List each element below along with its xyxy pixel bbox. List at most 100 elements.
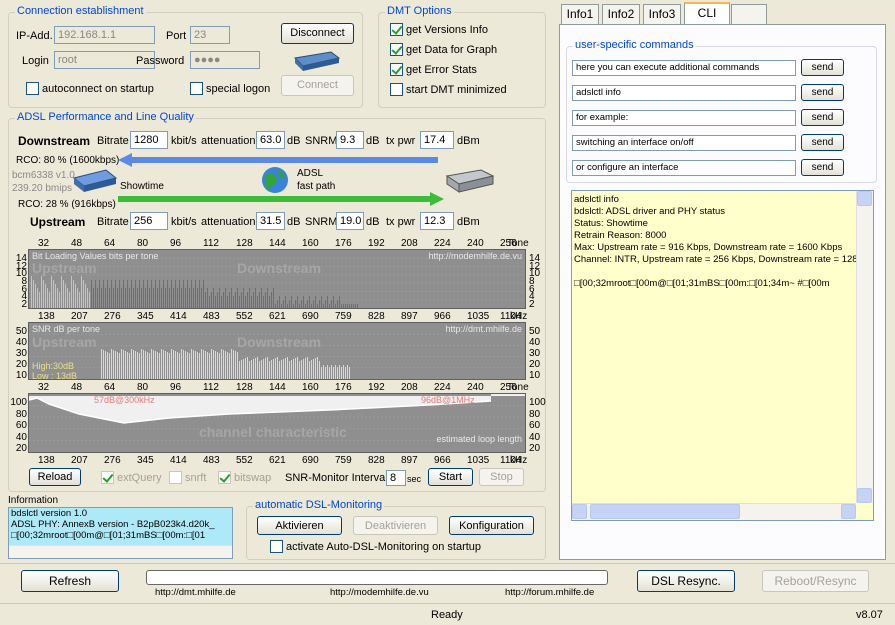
- port-field[interactable]: 23: [190, 26, 230, 44]
- send-button-2[interactable]: send: [801, 84, 844, 101]
- send-button-1[interactable]: send: [801, 59, 844, 76]
- ds-snrm-field[interactable]: 9.3: [336, 131, 364, 149]
- activate-button[interactable]: Aktivieren: [257, 516, 342, 535]
- tab-strip-spacer: [731, 4, 767, 24]
- cli-scroll-left-icon[interactable]: [572, 504, 587, 519]
- tone-tick: 80: [137, 238, 149, 249]
- dsl-resync-button[interactable]: DSL Resync.: [637, 570, 735, 592]
- bitswap-checkbox[interactable]: bitswap: [218, 471, 271, 484]
- bits-upstream-watermark: Upstream: [32, 260, 97, 276]
- channel-characteristic-graph: 57dB@300kHz 96dB@1MHz channel characteri…: [28, 393, 526, 453]
- bitswap-label: bitswap: [234, 471, 272, 484]
- cli-v-scrollbar[interactable]: [856, 191, 873, 503]
- minimized-checkbox[interactable]: start DMT minimized: [390, 83, 507, 96]
- khz-tick: 345: [137, 455, 154, 466]
- khz-tick: 552: [236, 311, 253, 322]
- configuration-button[interactable]: Konfiguration: [449, 516, 534, 535]
- sec-label: sec: [407, 474, 422, 484]
- ds-txpwr-label: tx pwr: [386, 135, 416, 147]
- tab-info1[interactable]: Info1: [561, 4, 599, 24]
- stop-button[interactable]: Stop: [479, 468, 524, 486]
- password-field[interactable]: ●●●●: [190, 51, 260, 69]
- versions-label: get Versions Info: [406, 23, 488, 36]
- versions-checkbox[interactable]: get Versions Info: [390, 23, 488, 36]
- graph-data-checkbox[interactable]: get Data for Graph: [390, 43, 497, 56]
- ds-txpwr-field[interactable]: 17.4: [420, 131, 454, 149]
- us-bitrate-unit: kbit/s: [171, 216, 197, 228]
- send-button-4[interactable]: send: [801, 134, 844, 151]
- khz-tick: 138: [38, 311, 55, 322]
- refresh-button[interactable]: Refresh: [21, 570, 119, 592]
- command-field-5[interactable]: or configure an interface: [572, 160, 796, 176]
- khz-tick: 690: [302, 311, 319, 322]
- khz-tick: 483: [203, 311, 220, 322]
- cli-scroll-thumb[interactable]: [590, 504, 740, 519]
- ip-field[interactable]: 192.168.1.1: [54, 26, 155, 44]
- tone-axis-label-top: Tone: [507, 238, 529, 249]
- cli-output-box[interactable]: adslctl info bdslctl: ADSL driver and PH…: [571, 190, 874, 521]
- monitoring-startup-checkbox[interactable]: activate Auto-DSL-Monitoring on startup: [270, 540, 481, 553]
- command-field-1[interactable]: here you can execute additional commands: [572, 60, 796, 76]
- login-label: Login: [22, 55, 49, 67]
- error-stats-checkbox[interactable]: get Error Stats: [390, 63, 477, 76]
- link-modemhilfe[interactable]: http://modemhilfe.de.vu: [330, 587, 429, 598]
- port-label: Port: [166, 30, 187, 42]
- command-field-2[interactable]: adslctl info: [572, 85, 796, 101]
- tone-tick: 208: [401, 382, 418, 393]
- start-button[interactable]: Start: [428, 468, 473, 486]
- ds-bitrate-field[interactable]: 1280: [130, 131, 168, 149]
- tab-cli[interactable]: CLI: [684, 2, 730, 26]
- autoconnect-checkbox[interactable]: autoconnect on startup: [26, 82, 154, 95]
- snr-interval-field[interactable]: 8: [386, 470, 406, 486]
- ds-atten-field[interactable]: 63.0: [256, 131, 285, 149]
- information-box[interactable]: bdslctl version 1.0 ADSL PHY: AnnexB ver…: [8, 507, 233, 559]
- ch-scale-tick: 40: [529, 431, 541, 443]
- cli-scroll-right-icon[interactable]: [841, 504, 856, 519]
- tab-info2[interactable]: Info2: [602, 4, 640, 24]
- command-field-3[interactable]: for example:: [572, 110, 796, 126]
- link-dmt[interactable]: http://dmt.mhilfe.de: [155, 587, 236, 598]
- reload-button[interactable]: Reload: [29, 468, 81, 486]
- us-bitrate-field[interactable]: 256: [130, 212, 168, 230]
- connect-button[interactable]: Connect: [281, 75, 354, 96]
- cli-scroll-down-icon[interactable]: [857, 488, 872, 503]
- cli-scroll-up-icon[interactable]: [857, 191, 872, 206]
- information-title: Information: [8, 495, 59, 506]
- minimized-label: start DMT minimized: [406, 83, 507, 96]
- khz-tick: 897: [401, 455, 418, 466]
- connection-title: Connection establishment: [15, 5, 146, 17]
- disconnect-button[interactable]: Disconnect: [281, 23, 354, 44]
- cli-output-line-6: Channel: INTR, Upstream rate = 256 Kbps,…: [574, 254, 856, 265]
- snr-graph-url: http://dmt.mhilfe.de: [445, 324, 522, 334]
- khz-tick: 1035: [467, 311, 490, 322]
- khz-tick: 966: [434, 311, 451, 322]
- khz-label-1: kHz: [510, 311, 528, 322]
- tone-tick: 192: [368, 382, 385, 393]
- reboot-resync-button[interactable]: Reboot/Resync: [762, 570, 869, 592]
- autoconnect-box: [26, 82, 39, 95]
- snrft-label: snrft: [185, 471, 207, 484]
- info-h-scrollbar[interactable]: [9, 545, 232, 558]
- tab-info3[interactable]: Info3: [643, 4, 681, 24]
- snrft-checkbox[interactable]: snrft: [169, 471, 206, 484]
- globe-icon: [260, 165, 290, 195]
- cli-output-line-5: Max: Upstream rate = 916 Kbps, Downstrea…: [574, 242, 843, 253]
- deactivate-button[interactable]: Deaktivieren: [353, 516, 438, 535]
- send-button-3[interactable]: send: [801, 109, 844, 126]
- send-button-5[interactable]: send: [801, 159, 844, 176]
- command-field-4[interactable]: switching an interface on/off: [572, 135, 796, 151]
- ds-snrm-unit: dB: [366, 135, 380, 147]
- special-logon-checkbox[interactable]: special logon: [190, 82, 270, 95]
- local-modem-icon: [72, 166, 118, 194]
- us-txpwr-field[interactable]: 12.3: [420, 212, 454, 230]
- bmips-label: 239.20 bmips: [12, 183, 73, 194]
- monitoring-startup-box: [270, 540, 283, 553]
- ds-bitrate-label: Bitrate: [97, 135, 129, 147]
- extquery-checkbox[interactable]: extQuery: [101, 471, 162, 484]
- versions-box: [390, 23, 403, 36]
- cli-h-scrollbar[interactable]: [572, 503, 856, 520]
- link-forum[interactable]: http://forum.mhilfe.de: [505, 587, 594, 598]
- monitoring-title: automatic DSL-Monitoring: [253, 499, 385, 511]
- us-snrm-field[interactable]: 19.0: [336, 212, 364, 230]
- us-atten-field[interactable]: 31.5: [256, 212, 285, 230]
